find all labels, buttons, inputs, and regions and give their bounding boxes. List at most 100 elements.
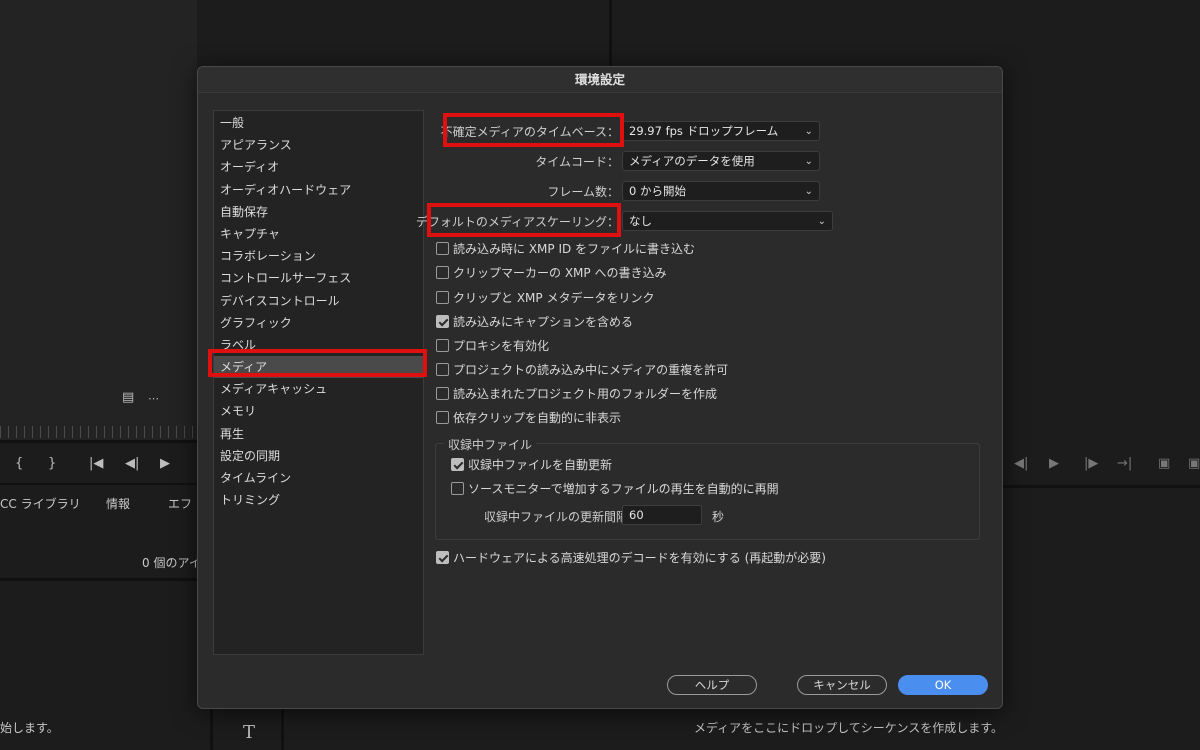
sidebar-item-memory[interactable]: メモリ <box>214 400 423 422</box>
mark-in-icon[interactable]: { <box>15 456 23 471</box>
timecode-label: タイムコード： <box>535 154 619 169</box>
checkbox[interactable] <box>436 362 449 376</box>
safe-margins-icon[interactable]: ▤ <box>122 390 134 405</box>
step-back-icon[interactable]: ◀| <box>1014 456 1028 471</box>
sidebar-item-appearance[interactable]: アピアランス <box>214 134 423 156</box>
go-to-in-icon[interactable]: |◀ <box>89 456 103 471</box>
ok-button[interactable]: OK <box>898 675 988 695</box>
checkbox[interactable] <box>436 241 449 255</box>
play-icon[interactable]: ▶ <box>1049 456 1059 471</box>
timebase-value: 29.97 fps ドロップフレーム <box>629 124 779 138</box>
sidebar-item-graphics[interactable]: グラフィック <box>214 312 423 334</box>
scaling-row: デフォルトのメディアスケーリング： <box>416 210 619 232</box>
overwrite-icon[interactable]: ▣ <box>1188 456 1200 471</box>
checkbox[interactable] <box>436 314 449 328</box>
insert-icon[interactable]: ▣ <box>1158 456 1170 471</box>
sidebar-item-media-cache[interactable]: メディアキャッシュ <box>214 378 423 400</box>
bottom-left-text: 始します。 <box>0 721 59 735</box>
cancel-button[interactable]: キャンセル <box>797 675 887 695</box>
chevron-down-icon: ⌄ <box>804 156 813 167</box>
sidebar-item-control-surface[interactable]: コントロールサーフェス <box>214 267 423 289</box>
frame-count-row: フレーム数： <box>452 180 619 202</box>
source-monitor-resume-checkbox-row[interactable]: ソースモニターで増加するファイルの再生を自動的に再開 <box>451 479 779 497</box>
xmp-id-checkbox-row[interactable]: 読み込み時に XMP ID をファイルに書き込む <box>436 239 695 257</box>
checkbox-label: 読み込みにキャプションを含める <box>453 314 634 329</box>
checkbox-label: プロキシを有効化 <box>453 338 550 353</box>
tab-cc-libraries[interactable]: CC ライブラリ <box>0 495 81 512</box>
sidebar-item-auto-save[interactable]: 自動保存 <box>214 201 423 223</box>
sidebar-item-sync-settings[interactable]: 設定の同期 <box>214 445 423 467</box>
checkbox-label: 収録中ファイルを自動更新 <box>468 457 613 472</box>
frame-count-select[interactable]: 0 から開始 ⌄ <box>622 181 820 201</box>
refresh-interval-input[interactable]: 60 <box>622 505 702 525</box>
sidebar-item-audio-hardware[interactable]: オーディオハードウェア <box>214 179 423 201</box>
sidebar-item-device-control[interactable]: デバイスコントロール <box>214 290 423 312</box>
timebase-label: 不確定メディアのタイムベース： <box>440 124 619 139</box>
include-captions-checkbox-row[interactable]: 読み込みにキャプションを含める <box>436 312 633 330</box>
play-icon[interactable]: ▶ <box>160 456 170 471</box>
sidebar-item-media[interactable]: メディア <box>214 356 423 379</box>
waveform-icon[interactable]: ⋯ <box>148 392 159 405</box>
panel-divider <box>609 0 612 66</box>
checkbox[interactable] <box>436 265 449 279</box>
sidebar-item-general[interactable]: 一般 <box>214 112 423 134</box>
scaling-value: なし <box>629 214 652 228</box>
checkbox[interactable] <box>436 338 449 352</box>
tab-info[interactable]: 情報 <box>106 495 130 512</box>
checkbox-label: ハードウェアによる高速処理のデコードを有効にする (再起動が必要) <box>453 550 826 565</box>
sidebar-item-capture[interactable]: キャプチャ <box>214 223 423 245</box>
timecode-value: メディアのデータを使用 <box>629 154 755 168</box>
timecode-select[interactable]: メディアのデータを使用 ⌄ <box>622 151 820 171</box>
frame-count-value: 0 から開始 <box>629 184 686 198</box>
clip-marker-xmp-checkbox-row[interactable]: クリップマーカーの XMP への書き込み <box>436 263 666 281</box>
drop-media-hint: メディアをここにドロップしてシーケンスを作成します。 <box>694 721 1004 735</box>
time-ruler[interactable] <box>0 426 197 438</box>
sidebar-item-audio[interactable]: オーディオ <box>214 156 423 178</box>
auto-refresh-checkbox-row[interactable]: 収録中ファイルを自動更新 <box>451 455 612 473</box>
link-xmp-checkbox-row[interactable]: クリップと XMP メタデータをリンク <box>436 288 654 306</box>
timecode-row: タイムコード： <box>452 150 619 172</box>
checkbox-label: 読み込み時に XMP ID をファイルに書き込む <box>453 241 696 256</box>
checkbox-label: 読み込まれたプロジェクト用のフォルダーを作成 <box>453 386 718 401</box>
checkbox[interactable] <box>451 457 464 471</box>
step-back-icon[interactable]: ◀| <box>125 456 139 471</box>
checkbox[interactable] <box>436 386 449 400</box>
tab-effects[interactable]: エフ <box>168 495 192 512</box>
checkbox[interactable] <box>436 290 449 304</box>
timebase-select[interactable]: 29.97 fps ドロップフレーム ⌄ <box>622 121 820 141</box>
hardware-decode-checkbox-row[interactable]: ハードウェアによる高速処理のデコードを有効にする (再起動が必要) <box>436 548 826 566</box>
seconds-unit: 秒 <box>712 510 725 524</box>
sidebar-item-timeline[interactable]: タイムライン <box>214 467 423 489</box>
create-folder-checkbox-row[interactable]: 読み込まれたプロジェクト用のフォルダーを作成 <box>436 384 717 402</box>
chevron-down-icon: ⌄ <box>804 126 813 137</box>
sidebar-item-trimming[interactable]: トリミング <box>214 489 423 511</box>
growing-files-title: 収録中ファイル <box>444 436 537 453</box>
hide-dependent-clips-checkbox-row[interactable]: 依存クリップを自動的に非表示 <box>436 408 621 426</box>
help-button[interactable]: ヘルプ <box>667 675 757 695</box>
preferences-sidebar: 一般 アピアランス オーディオ オーディオハードウェア 自動保存 キャプチャ コ… <box>213 110 424 655</box>
panel-divider <box>1003 485 1200 488</box>
checkbox[interactable] <box>436 550 449 564</box>
step-forward-icon[interactable]: |▶ <box>1084 456 1098 471</box>
panel-divider <box>0 483 197 485</box>
scaling-select[interactable]: なし ⌄ <box>622 211 833 231</box>
checkbox[interactable] <box>451 481 464 495</box>
preferences-dialog: 環境設定 一般 アピアランス オーディオ オーディオハードウェア 自動保存 キャ… <box>197 66 1003 709</box>
scaling-label: デフォルトのメディアスケーリング： <box>415 214 619 229</box>
panel-divider <box>210 709 213 750</box>
text-tool-icon[interactable]: T <box>243 722 255 743</box>
sidebar-item-playback[interactable]: 再生 <box>214 423 423 445</box>
mark-out-icon[interactable]: } <box>48 456 56 471</box>
allow-duplicate-media-checkbox-row[interactable]: プロジェクトの読み込み中にメディアの重複を許可 <box>436 360 728 378</box>
dialog-title: 環境設定 <box>198 67 1002 93</box>
checkbox[interactable] <box>436 410 449 424</box>
source-monitor-panel <box>0 0 197 440</box>
go-to-out-icon[interactable]: →| <box>1117 456 1132 471</box>
checkbox-label: ソースモニターで増加するファイルの再生を自動的に再開 <box>468 481 779 496</box>
checkbox-label: クリップと XMP メタデータをリンク <box>453 290 655 305</box>
sidebar-item-labels[interactable]: ラベル <box>214 334 423 356</box>
panel-divider <box>0 578 197 581</box>
enable-proxies-checkbox-row[interactable]: プロキシを有効化 <box>436 336 549 354</box>
checkbox-label: クリップマーカーの XMP への書き込み <box>453 265 667 280</box>
sidebar-item-collaboration[interactable]: コラボレーション <box>214 245 423 267</box>
